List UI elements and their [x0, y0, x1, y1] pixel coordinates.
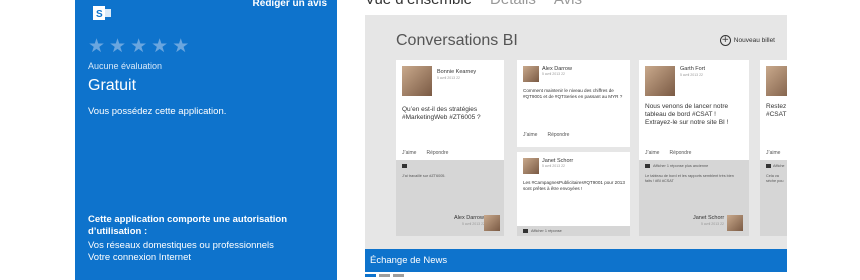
- reply-text: Le tableau de bord et les rapports sembl…: [645, 174, 734, 183]
- permission-item: Vos réseaux domestiques ou professionnel…: [88, 240, 274, 251]
- post-card: Garth Fort 5 avril 2013 22 Nous venons d…: [639, 60, 749, 236]
- detail-tabs: Vue d’ensemble Détails Avis: [365, 0, 582, 8]
- show-replies-link: Afficher 1 réponse: [531, 229, 562, 233]
- pager-dot[interactable]: [379, 274, 390, 277]
- avatar: [727, 215, 743, 231]
- app-info-panel: S Rédiger un avis ★ ★ ★ ★ ★ Aucune évalu…: [75, 0, 337, 280]
- like-link: J’aime: [766, 150, 781, 156]
- store-app-page: S Rédiger un avis ★ ★ ★ ★ ★ Aucune évalu…: [0, 0, 860, 280]
- new-post-button: + Nouveau billet: [719, 35, 775, 46]
- write-review-link[interactable]: Rédiger un avis: [253, 0, 327, 9]
- post-actions: J’aime: [766, 150, 780, 156]
- screenshot-title: Conversations BI: [396, 32, 518, 49]
- reply-area: J’ai travaillé sur #ZT6005. Alex Darrow …: [396, 160, 504, 236]
- comment-icon: [766, 164, 771, 168]
- star-icon[interactable]: ★: [172, 36, 189, 56]
- post-card: Janet Schorr 5 avril 2013 22 Les #Campag…: [517, 152, 630, 236]
- avatar: [402, 66, 432, 96]
- post-actions: J’aime Répondre: [523, 132, 569, 138]
- reply-text: J’ai travaillé sur #ZT6005.: [402, 174, 446, 178]
- screenshot-pager[interactable]: [365, 274, 404, 277]
- like-link: J’aime: [523, 132, 538, 138]
- post-card: Alex Darrow 5 avril 2013 22 Comment main…: [517, 60, 630, 147]
- reply-link: Répondre: [547, 132, 570, 138]
- svg-text:S: S: [96, 9, 103, 20]
- author-name: Bonnie Kearney: [437, 69, 477, 75]
- post-text: Les #CampagnesPublicitaires#QT9001 pour …: [523, 180, 625, 191]
- like-link: J’aime: [402, 150, 417, 156]
- footer-title: Échange de News: [370, 255, 448, 266]
- avatar: [645, 66, 675, 96]
- permission-item: Votre connexion Internet: [88, 252, 191, 263]
- reply-author: Alex Darrow: [454, 215, 484, 221]
- reply-area: Afficher 1 réponse plus ancienne Le tabl…: [639, 160, 749, 236]
- pager-dot[interactable]: [365, 274, 376, 277]
- comment-icon: [402, 164, 407, 168]
- rating-label: Aucune évaluation: [88, 61, 163, 71]
- author-name: Garth Fort: [680, 66, 706, 72]
- reply-date: 5 avril 2013 22: [462, 222, 485, 226]
- reply-link: Répondre: [426, 150, 449, 156]
- app-screenshot[interactable]: Conversations BI + Nouveau billet Bonnie…: [365, 15, 787, 272]
- star-icon[interactable]: ★: [109, 36, 126, 56]
- reply-link: Répondre: [669, 150, 692, 156]
- post-actions: J’aime Répondre: [402, 150, 448, 156]
- reply-author: Janet Schorr: [693, 215, 725, 221]
- screenshot-footer-bar: Échange de News: [365, 249, 787, 272]
- reply-area: Afficher 1 réponse: [517, 226, 630, 236]
- tab-overview[interactable]: Vue d’ensemble: [365, 0, 472, 8]
- new-post-label: Nouveau billet: [733, 37, 775, 44]
- post-actions: J’aime Répondre: [645, 150, 691, 156]
- reply-date: 5 avril 2013 22: [701, 222, 724, 226]
- avatar: [766, 66, 787, 96]
- price-label: Gratuit: [88, 77, 137, 94]
- comment-icon: [523, 229, 528, 233]
- avatar: [523, 66, 539, 82]
- show-replies-link: Affiche: [773, 164, 785, 168]
- avatar: [484, 215, 500, 231]
- post-date: 5 avril 2013 22: [542, 72, 565, 76]
- post-text: Comment maintenir le niveau des chiffres…: [523, 88, 623, 99]
- post-date: 5 avril 2013 22: [437, 76, 460, 80]
- permissions-title: Cette application comporte une autorisat…: [88, 214, 287, 237]
- ownership-status: Vous possédez cette application.: [88, 106, 227, 117]
- star-icon[interactable]: ★: [130, 36, 147, 56]
- reply-area: Affiche Cela va séche pou: [760, 160, 787, 236]
- post-text: Restez c #CSAT et: [766, 103, 787, 118]
- tab-details[interactable]: Détails: [490, 0, 536, 8]
- show-older-replies-link: Afficher 1 réponse plus ancienne: [653, 164, 709, 168]
- post-text: Qu’en est-il des stratégies #MarketingWe…: [402, 106, 481, 121]
- tab-reviews[interactable]: Avis: [554, 0, 582, 8]
- rating-stars[interactable]: ★ ★ ★ ★ ★: [88, 36, 189, 56]
- post-card: Bonnie Kearney 5 avril 2013 22 Qu’en est…: [396, 60, 504, 236]
- plus-circle-icon: +: [719, 35, 731, 46]
- reply-text: Cela va séche pou: [766, 174, 784, 183]
- star-icon[interactable]: ★: [151, 36, 168, 56]
- post-text: Nous venons de lancer notre tableau de b…: [645, 103, 729, 126]
- pager-dot[interactable]: [393, 274, 404, 277]
- star-icon[interactable]: ★: [88, 36, 105, 56]
- sharepoint-logo-icon: S: [93, 6, 111, 20]
- avatar: [523, 158, 539, 174]
- like-link: J’aime: [645, 150, 660, 156]
- post-date: 5 avril 2013 22: [542, 164, 565, 168]
- post-date: 5 avril 2013 22: [680, 73, 703, 77]
- comment-icon: [645, 164, 650, 168]
- post-card: Restez c #CSAT et J’aime Affiche Cela va…: [760, 60, 787, 236]
